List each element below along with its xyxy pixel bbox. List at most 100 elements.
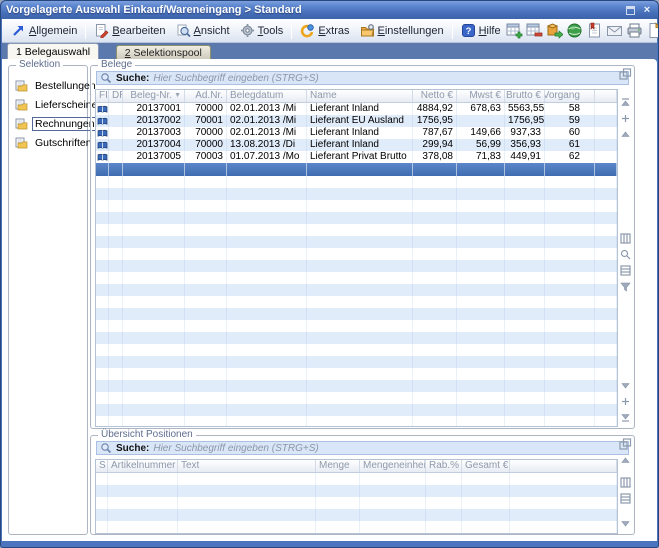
zoom-icon[interactable] bbox=[619, 248, 632, 261]
positionen-table-body bbox=[96, 473, 617, 533]
table-row[interactable]: 201370027000102.01.2013 /MiLieferant EU … bbox=[96, 115, 617, 127]
remove-row-icon[interactable] bbox=[619, 395, 632, 408]
sidebar-item-lieferscheine[interactable]: Lieferscheine bbox=[14, 95, 85, 114]
empty-row bbox=[96, 332, 617, 344]
printer-icon[interactable] bbox=[626, 22, 643, 39]
search-label: Suche: bbox=[116, 443, 149, 454]
menu-item-hilfe[interactable]: ? Hilfe bbox=[456, 21, 506, 40]
menu-bar: Allgemein BearbeitenAnsichtTools Extras Ein… bbox=[2, 19, 657, 43]
globe-icon[interactable] bbox=[566, 22, 583, 39]
tab-strip: 1 Belegauswahl 2 Selektionspool bbox=[2, 43, 657, 59]
sidebar-item-bestellungen[interactable]: Bestellungen bbox=[14, 76, 85, 95]
add-row-icon[interactable] bbox=[619, 112, 632, 125]
belege-search-input[interactable] bbox=[153, 72, 625, 84]
empty-row bbox=[96, 416, 617, 427]
sidebar-item-rechnungen[interactable]: Rechnungen bbox=[14, 114, 85, 133]
sidebar-item-label: Bestellungen bbox=[32, 79, 99, 93]
restore-icon[interactable] bbox=[626, 6, 635, 15]
positionen-search-input[interactable] bbox=[153, 442, 625, 454]
column-chooser-icon[interactable] bbox=[619, 438, 632, 451]
col-header-ad-nr-[interactable]: Ad.Nr. bbox=[185, 90, 227, 102]
col-header-mengeneinheit[interactable]: Mengeneinheit bbox=[360, 460, 426, 472]
sum-icon[interactable] bbox=[619, 492, 632, 505]
menu-item-bearbeiten[interactable]: Bearbeiten bbox=[89, 21, 170, 40]
sidebar-item-gutschriften[interactable]: Gutschriften bbox=[14, 133, 85, 152]
col-header-netto-[interactable]: Netto € bbox=[413, 90, 457, 102]
table-row[interactable]: 201370037000002.01.2013 /MiLieferant Inl… bbox=[96, 127, 617, 139]
folder-doc-icon bbox=[14, 99, 28, 111]
col-header-gesamt-[interactable]: Gesamt € bbox=[462, 460, 510, 472]
extras-icon bbox=[300, 23, 315, 38]
selected-row[interactable] bbox=[96, 163, 617, 176]
close-icon[interactable]: × bbox=[641, 4, 653, 16]
col-header-vorgang[interactable]: Vorgang bbox=[545, 90, 595, 102]
menu-item-allgemein[interactable]: Allgemein bbox=[6, 21, 82, 40]
new-document-icon[interactable] bbox=[646, 22, 659, 39]
positionen-table-header: SArtikelnummerTextMengeMengeneinheitRab.… bbox=[96, 460, 617, 473]
menu-item-ansicht[interactable]: Ansicht bbox=[171, 21, 235, 40]
empty-row bbox=[96, 248, 617, 260]
menu-item-label: Einstellungen bbox=[378, 25, 444, 37]
scroll-up-icon[interactable] bbox=[619, 128, 632, 141]
book-icon bbox=[96, 103, 109, 115]
package-export-icon[interactable] bbox=[546, 22, 563, 39]
scroll-top-icon[interactable] bbox=[619, 96, 632, 109]
search-icon bbox=[100, 442, 112, 454]
col-header-s[interactable]: S bbox=[96, 460, 108, 472]
empty-row bbox=[96, 344, 617, 356]
edit-icon bbox=[94, 23, 109, 38]
bookmark-document-icon[interactable] bbox=[586, 22, 603, 39]
filter-icon[interactable] bbox=[619, 280, 632, 293]
col-header-dr[interactable]: DR bbox=[109, 90, 123, 102]
scroll-down-icon[interactable] bbox=[619, 517, 632, 530]
menu-item-label: Extras bbox=[318, 25, 349, 37]
svg-text:?: ? bbox=[465, 26, 471, 37]
mail-icon[interactable] bbox=[606, 22, 623, 39]
table-remove-icon[interactable] bbox=[526, 22, 543, 39]
col-header-fi[interactable]: FI bbox=[96, 90, 109, 102]
table-row[interactable]: 201370057000301.07.2013 /MoLieferant Pri… bbox=[96, 151, 617, 163]
empty-row bbox=[96, 473, 617, 485]
folder-doc-icon bbox=[14, 118, 28, 130]
col-header-text[interactable]: Text bbox=[178, 460, 316, 472]
col-header-beleg-nr-[interactable]: Beleg-Nr.▼ bbox=[123, 90, 185, 102]
table-add-icon[interactable] bbox=[506, 22, 523, 39]
table-row[interactable]: 201370017000002.01.2013 /MiLieferant Inl… bbox=[96, 103, 617, 115]
empty-row bbox=[96, 356, 617, 368]
scroll-bottom-icon[interactable] bbox=[619, 411, 632, 424]
sum-icon[interactable] bbox=[619, 264, 632, 277]
empty-row bbox=[96, 296, 617, 308]
empty-row bbox=[96, 272, 617, 284]
menu-item-einstellungen[interactable]: Einstellungen bbox=[355, 21, 449, 40]
col-header-belegdatum[interactable]: Belegdatum bbox=[227, 90, 307, 102]
col-header-mwst-[interactable]: Mwst € bbox=[457, 90, 505, 102]
col-header-menge[interactable]: Menge bbox=[316, 460, 360, 472]
col-header-filler bbox=[510, 460, 617, 472]
positionen-group: Übersicht Positionen Suche: SArtikelnumm… bbox=[90, 435, 635, 535]
sidebar-item-label: Gutschriften bbox=[32, 136, 95, 150]
book-icon bbox=[96, 151, 109, 163]
menu-item-label: Hilfe bbox=[479, 25, 501, 37]
title-bar[interactable]: Vorgelagerte Auswahl Einkauf/Wareneingan… bbox=[1, 1, 658, 19]
col-header-name[interactable]: Name bbox=[307, 90, 413, 102]
menu-item-tools[interactable]: Tools bbox=[235, 21, 289, 40]
columns-icon[interactable] bbox=[619, 476, 632, 489]
menu-item-extras[interactable]: Extras bbox=[295, 21, 354, 40]
col-header-rab-[interactable]: Rab.% bbox=[426, 460, 462, 472]
belege-search[interactable]: Suche: bbox=[96, 71, 629, 85]
empty-row bbox=[96, 368, 617, 380]
column-chooser-icon[interactable] bbox=[619, 68, 632, 81]
scroll-down-icon[interactable] bbox=[619, 379, 632, 392]
tab-2[interactable]: 2 Selektionspool bbox=[116, 45, 211, 59]
content-panel: Selektion BestellungenLieferscheineRechn… bbox=[2, 59, 657, 541]
window-title: Vorgelagerte Auswahl Einkauf/Wareneingan… bbox=[6, 4, 302, 16]
columns-icon[interactable] bbox=[619, 232, 632, 245]
tab-1[interactable]: 1 Belegauswahl bbox=[7, 43, 99, 59]
scroll-up-icon[interactable] bbox=[619, 454, 632, 467]
col-header-brutto-[interactable]: Brutto € bbox=[505, 90, 545, 102]
col-header-artikelnummer[interactable]: Artikelnummer bbox=[108, 460, 178, 472]
table-row[interactable]: 201370047000013.08.2013 /DiLieferant Inl… bbox=[96, 139, 617, 151]
positionen-search[interactable]: Suche: bbox=[96, 441, 629, 455]
book-icon bbox=[96, 115, 109, 127]
search-icon bbox=[100, 72, 112, 84]
